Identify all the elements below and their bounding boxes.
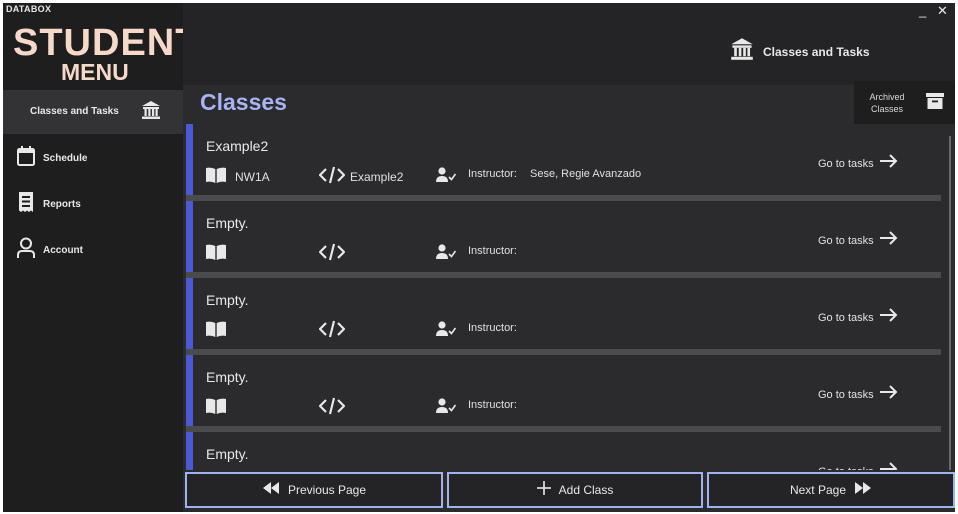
class-card: Empty. Instructor: Go to tasks: [186, 355, 941, 426]
sidebar-item-account[interactable]: Account: [3, 228, 183, 272]
next-page-button[interactable]: Next Page: [707, 472, 955, 508]
header-title-text: Classes and Tasks: [763, 44, 870, 59]
card-accent: [186, 124, 193, 195]
app-window: DATABOX STUDENT MENU Classes and Tasks S…: [3, 3, 955, 512]
sidebar-item-label: Classes and Tasks: [30, 106, 119, 117]
next-page-label: Next Page: [789, 483, 847, 497]
instructor-icon: [436, 167, 457, 188]
go-to-tasks-button[interactable]: Go to tasks: [818, 385, 898, 404]
class-name: Empty.: [206, 369, 249, 385]
add-class-button[interactable]: Add Class: [447, 472, 703, 508]
page-title: Classes: [200, 89, 287, 115]
book-icon: [206, 321, 226, 342]
archive-box-icon: [926, 93, 944, 114]
archived-classes-button[interactable]: Archived Classes: [854, 81, 955, 125]
close-button[interactable]: ✕: [937, 3, 948, 19]
scrollbar-thumb[interactable]: [949, 136, 951, 472]
scrollbar[interactable]: [942, 124, 955, 472]
class-name: Example2: [206, 138, 269, 154]
go-to-tasks-label: Go to tasks: [818, 311, 874, 324]
logo-student: STUDENT: [13, 22, 200, 64]
app-name: DATABOX: [6, 4, 52, 14]
card-accent: [186, 432, 193, 472]
card-accent: [186, 278, 193, 349]
instructor-label: Instructor:: [468, 399, 517, 411]
card-accent: [186, 355, 193, 426]
book-icon: [206, 244, 226, 265]
go-to-tasks-button[interactable]: Go to tasks: [818, 308, 898, 327]
previous-page-button[interactable]: Previous Page: [185, 472, 443, 508]
sidebar-item-schedule[interactable]: Schedule: [3, 136, 183, 180]
header-title: Classes and Tasks: [729, 37, 870, 66]
plus-icon: [536, 480, 551, 500]
go-to-tasks-label: Go to tasks: [818, 388, 874, 401]
sidebar-item-reports[interactable]: Reports: [3, 182, 183, 226]
card-accent: [186, 201, 193, 272]
sidebar-item-label: Schedule: [43, 152, 88, 164]
go-to-tasks-label: Go to tasks: [818, 234, 874, 247]
fast-forward-icon: [854, 481, 872, 499]
instructor-name: Sese, Regie Avanzado: [530, 168, 642, 180]
instructor-label: Instructor:: [468, 168, 517, 180]
user-icon: [16, 237, 36, 264]
previous-page-label: Previous Page: [287, 483, 367, 497]
go-to-tasks-button[interactable]: Go to tasks: [818, 154, 898, 173]
class-code: Example2: [350, 170, 404, 184]
book-icon: [206, 167, 226, 188]
go-to-tasks-button[interactable]: Go to tasks: [818, 231, 898, 250]
code-icon: [318, 243, 346, 266]
go-to-tasks-label: Go to tasks: [818, 157, 874, 170]
pagination-bar: Previous Page Add Class Next Page: [183, 470, 955, 512]
instructor-icon: [436, 244, 457, 265]
logo-menu: MENU: [61, 59, 129, 85]
arrow-right-icon: [879, 385, 898, 404]
bank-icon: [141, 100, 161, 125]
arrow-right-icon: [879, 308, 898, 327]
class-name: Empty.: [206, 292, 249, 308]
code-icon: [318, 166, 346, 189]
top-bar: _ ✕ Classes and Tasks: [183, 3, 955, 85]
sidebar-item-label: Reports: [43, 198, 81, 210]
instructor-label: Instructor:: [468, 245, 517, 257]
sidebar-item-classes-and-tasks[interactable]: Classes and Tasks: [3, 90, 183, 134]
book-icon: [206, 398, 226, 419]
archived-classes-label: Archived Classes: [869, 92, 905, 114]
sidebar-item-label: Account: [43, 244, 83, 256]
sidebar: DATABOX STUDENT MENU Classes and Tasks S…: [3, 3, 198, 512]
class-card: Empty. Instructor: Go to tasks: [186, 201, 941, 272]
arrow-right-icon: [879, 154, 898, 173]
class-card: Empty.Instructor:Go to tasks: [186, 432, 941, 472]
rewind-icon: [262, 481, 280, 499]
instructor-label: Instructor:: [468, 322, 517, 334]
add-class-label: Add Class: [558, 483, 614, 497]
class-card: Example2 NW1A Example2 Instructor: Sese, Reg…: [186, 124, 941, 195]
instructor-icon: [436, 321, 457, 342]
class-list: Example2 NW1A Example2 Instructor: Sese, Reg…: [186, 124, 941, 472]
code-icon: [318, 397, 346, 420]
class-section: NW1A: [235, 170, 270, 184]
class-card: Empty. Instructor: Go to tasks: [186, 278, 941, 349]
arrow-right-icon: [879, 231, 898, 250]
calendar-icon: [16, 145, 36, 172]
instructor-icon: [436, 398, 457, 419]
minimize-button[interactable]: _: [919, 3, 926, 18]
class-name: Empty.: [206, 446, 249, 462]
class-name: Empty.: [206, 215, 249, 231]
receipt-icon: [16, 191, 36, 218]
bank-icon: [729, 37, 755, 66]
code-icon: [318, 320, 346, 343]
